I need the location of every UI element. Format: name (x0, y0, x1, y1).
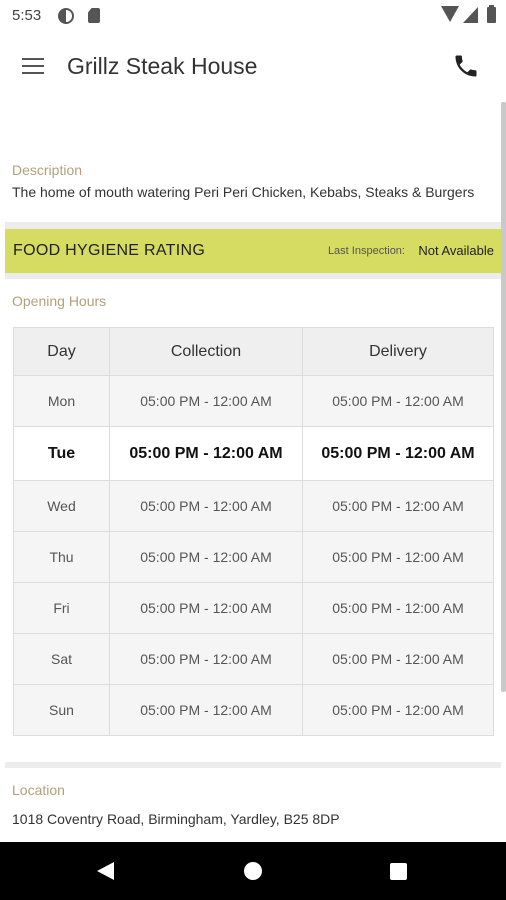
delivery-cell: 05:00 PM - 12:00 AM (302, 375, 494, 427)
collection-cell: 05:00 PM - 12:00 AM (109, 480, 303, 532)
status-bar: 5:53 (0, 0, 506, 32)
opening-hours-table: Day Collection Delivery Mon 05:00 PM - 1… (13, 327, 494, 736)
hygiene-rating-band: FOOD HYGIENE RATING Last Inspection: Not… (5, 229, 501, 273)
table-row: Mon 05:00 PM - 12:00 AM 05:00 PM - 12:00… (13, 375, 494, 427)
table-row-today: Tue 05:00 PM - 12:00 AM 05:00 PM - 12:00… (13, 426, 494, 481)
navigation-bar (0, 842, 506, 900)
table-row: Thu 05:00 PM - 12:00 AM 05:00 PM - 12:00… (13, 531, 494, 583)
last-inspection-label: Last Inspection: (327, 245, 405, 257)
location-address[interactable]: 1018 Coventry Road, Birmingham, Yardley,… (12, 811, 340, 827)
home-icon[interactable] (244, 862, 262, 880)
last-inspection-value: Not Available (418, 243, 494, 258)
table-row: Sat 05:00 PM - 12:00 AM 05:00 PM - 12:00… (13, 633, 494, 685)
header-day: Day (13, 327, 110, 376)
collection-cell: 05:00 PM - 12:00 AM (109, 582, 303, 634)
delivery-cell: 05:00 PM - 12:00 AM (302, 531, 494, 583)
day-cell: Sat (13, 633, 110, 685)
description-text: The home of mouth watering Peri Peri Chi… (12, 184, 475, 200)
collection-cell: 05:00 PM - 12:00 AM (109, 684, 303, 736)
phone-icon[interactable] (452, 52, 480, 80)
day-cell: Fri (13, 582, 110, 634)
table-row: Fri 05:00 PM - 12:00 AM 05:00 PM - 12:00… (13, 582, 494, 634)
sd-card-icon (88, 8, 100, 23)
delivery-cell: 05:00 PM - 12:00 AM (302, 633, 494, 685)
opening-hours-label: Opening Hours (12, 293, 107, 309)
page-title: Grillz Steak House (67, 53, 258, 79)
day-cell: Sun (13, 684, 110, 736)
data-saver-icon (58, 8, 74, 24)
delivery-cell: 05:00 PM - 12:00 AM (302, 684, 494, 736)
app-bar: Grillz Steak House (0, 32, 506, 102)
day-cell: Wed (13, 480, 110, 532)
header-delivery: Delivery (302, 327, 494, 376)
section-divider (5, 273, 501, 279)
delivery-cell: 05:00 PM - 12:00 AM (302, 582, 494, 634)
delivery-cell: 05:00 PM - 12:00 AM (302, 426, 494, 481)
header-collection: Collection (109, 327, 303, 376)
day-cell: Tue (13, 426, 110, 481)
collection-cell: 05:00 PM - 12:00 AM (109, 531, 303, 583)
recents-icon[interactable] (390, 863, 407, 880)
section-divider (5, 762, 501, 768)
location-label: Location (12, 782, 65, 798)
day-cell: Thu (13, 531, 110, 583)
collection-cell: 05:00 PM - 12:00 AM (109, 426, 303, 481)
status-time: 5:53 (12, 7, 42, 24)
menu-icon[interactable] (22, 58, 44, 76)
hygiene-title: FOOD HYGIENE RATING (13, 242, 206, 259)
signal-icon (463, 7, 478, 23)
battery-icon (487, 5, 496, 23)
table-header-row: Day Collection Delivery (13, 327, 494, 376)
table-row: Wed 05:00 PM - 12:00 AM 05:00 PM - 12:00… (13, 480, 494, 532)
back-icon[interactable] (97, 862, 114, 880)
day-cell: Mon (13, 375, 110, 427)
collection-cell: 05:00 PM - 12:00 AM (109, 633, 303, 685)
collection-cell: 05:00 PM - 12:00 AM (109, 375, 303, 427)
section-divider (5, 222, 501, 229)
table-row: Sun 05:00 PM - 12:00 AM 05:00 PM - 12:00… (13, 684, 494, 736)
description-label: Description (12, 162, 83, 178)
delivery-cell: 05:00 PM - 12:00 AM (302, 480, 494, 532)
wifi-icon (441, 6, 459, 22)
scrollbar[interactable] (501, 102, 506, 692)
